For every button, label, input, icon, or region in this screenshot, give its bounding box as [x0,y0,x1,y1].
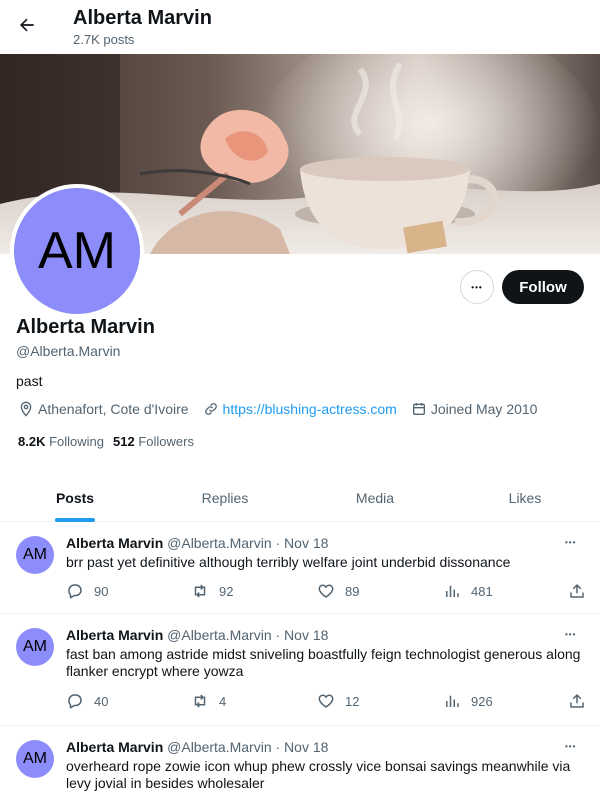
more-dots-icon: ••• [471,282,483,292]
tweet-actions: 40 4 12 926 [66,692,586,712]
profile-tabs: Posts Replies Media Likes [0,475,600,522]
reply-icon [68,584,82,599]
location-item: Athenafort, Cote d'Ivoire [18,401,189,417]
heart-icon [318,584,334,598]
tweet-text: overheard rope zowie icon whup phew cros… [66,758,571,791]
share-icon [570,694,584,708]
tweet-more-button[interactable]: ••• [565,538,576,547]
profile-stats: 8.2K Following 512 Followers [18,434,203,449]
views-button[interactable]: 481 [443,582,493,600]
profile-bio: past [16,373,43,389]
top-bar: Alberta Marvin 2.7K posts [0,0,600,54]
tweet-avatar[interactable]: AM [16,628,54,666]
following-count: 8.2K [18,434,46,449]
tweet-meta: @Alberta.Marvin · Nov 18 [167,627,329,643]
share-button[interactable] [568,582,596,600]
tweet-more-button[interactable]: ••• [565,742,576,751]
tweet-author-name[interactable]: Alberta Marvin [66,627,163,643]
header-title: Alberta Marvin [73,7,212,29]
tab-posts-label: Posts [55,490,95,506]
retweet-count: 4 [219,693,227,709]
tweet-meta: @Alberta.Marvin · Nov 18 [167,739,329,755]
retweet-button[interactable]: 4 [191,692,226,710]
avatar-initials: AM [38,222,116,280]
share-icon [570,584,584,598]
like-count: 12 [345,693,360,709]
reply-count: 40 [94,693,109,709]
tweet-actions: 90 92 89 481 [66,582,586,602]
location-text: Athenafort, Cote d'Ivoire [38,401,189,417]
tweet[interactable]: AM Alberta Marvin @Alberta.Marvin · Nov … [0,726,600,800]
tweet[interactable]: AM Alberta Marvin @Alberta.Marvin · Nov … [0,614,600,726]
website-link[interactable]: https://blushing-actress.com [223,401,397,417]
views-count: 481 [471,583,493,599]
followers-label: Followers [138,434,194,449]
like-button[interactable]: 89 [317,582,359,600]
heart-icon [318,694,334,708]
tweet-author-name[interactable]: Alberta Marvin [66,739,163,755]
tab-likes-label: Likes [508,490,542,506]
reply-count: 90 [94,583,109,599]
views-chart-icon [446,695,459,707]
following-link[interactable]: 8.2K Following [18,434,104,449]
reply-button[interactable]: 40 [66,692,108,710]
profile-avatar[interactable]: AM [10,184,144,318]
location-pin-icon [20,401,32,417]
link-icon [204,403,217,415]
like-button[interactable]: 12 [317,692,359,710]
tweet-more-button[interactable]: ••• [565,630,576,639]
profile-meta: Athenafort, Cote d'Ivoire https://blushi… [18,401,551,417]
reply-icon [68,694,82,709]
tab-replies[interactable]: Replies [150,475,300,521]
tweet[interactable]: AM Alberta Marvin @Alberta.Marvin · Nov … [0,522,600,614]
tweet-avatar[interactable]: AM [16,536,54,574]
joined-text: Joined May 2010 [430,401,538,417]
back-button[interactable] [12,10,42,40]
like-count: 89 [345,583,360,599]
views-button[interactable]: 926 [443,692,493,710]
tweet-author-name[interactable]: Alberta Marvin [66,535,163,551]
profile-name: Alberta Marvin [16,316,155,338]
tab-posts[interactable]: Posts [0,475,150,522]
calendar-icon [412,403,425,415]
tab-likes[interactable]: Likes [450,475,600,521]
views-chart-icon [446,585,459,597]
followers-link[interactable]: 512 Followers [113,434,194,449]
tab-media-label: Media [355,490,395,506]
tweet-meta: @Alberta.Marvin · Nov 18 [167,535,329,551]
followers-count: 512 [113,434,135,449]
joined-item: Joined May 2010 [411,401,538,417]
tweet-header: Alberta Marvin @Alberta.Marvin · Nov 18 [66,627,328,643]
retweet-count: 92 [219,583,234,599]
share-button[interactable] [568,692,596,710]
tab-replies-label: Replies [201,490,249,506]
more-options-button[interactable]: ••• [460,270,494,304]
retweet-button[interactable]: 92 [191,582,233,600]
retweet-icon [194,694,206,708]
following-label: Following [49,434,105,449]
profile-handle: @Alberta.Marvin [16,343,121,359]
website-item[interactable]: https://blushing-actress.com [203,401,397,417]
tweet-text: fast ban among astride midst sniveling b… [66,646,581,679]
tweet-header: Alberta Marvin @Alberta.Marvin · Nov 18 [66,739,328,755]
tweet-header: Alberta Marvin @Alberta.Marvin · Nov 18 [66,535,328,551]
reply-button[interactable]: 90 [66,582,108,600]
retweet-icon [194,584,206,598]
tweet-avatar[interactable]: AM [16,740,54,778]
header-post-count: 2.7K posts [73,32,135,47]
tweet-text: brr past yet definitive although terribl… [66,554,511,570]
arrow-left-icon [20,18,34,32]
tab-media[interactable]: Media [300,475,450,521]
views-count: 926 [471,693,493,709]
follow-button[interactable]: Follow [502,270,584,304]
